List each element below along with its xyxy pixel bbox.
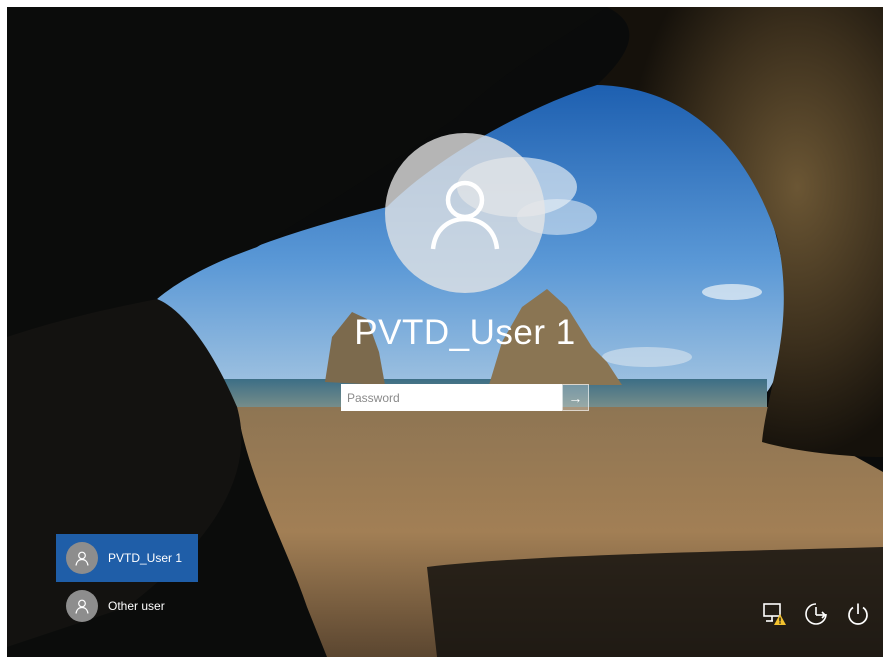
password-box: → <box>341 384 589 411</box>
network-status-button[interactable] <box>757 599 791 629</box>
user-name-title: PVTD_User 1 <box>354 313 576 352</box>
user-list-item-label: Other user <box>108 599 165 613</box>
power-icon <box>848 603 868 625</box>
user-list-item-current[interactable]: PVTD_User 1 <box>56 534 198 582</box>
user-avatar-small <box>66 590 98 622</box>
person-icon <box>430 180 500 250</box>
user-list-item-other[interactable]: Other user <box>56 582 198 630</box>
submit-arrow-button[interactable]: → <box>561 384 589 411</box>
password-input[interactable] <box>341 384 562 411</box>
power-button[interactable] <box>841 599 875 629</box>
person-icon <box>75 551 89 566</box>
user-switcher-list: PVTD_User 1 Other user <box>56 534 198 630</box>
arrow-right-icon: → <box>568 389 583 406</box>
person-icon <box>75 599 89 614</box>
lock-screen: PVTD_User 1 → PVTD_User 1 Other user <box>7 7 883 657</box>
user-avatar-large <box>385 133 545 293</box>
user-avatar-small <box>66 542 98 574</box>
ease-of-access-button[interactable] <box>799 599 833 629</box>
ease-of-access-icon <box>805 603 827 625</box>
user-list-item-label: PVTD_User 1 <box>108 551 183 565</box>
network-warning-icon <box>763 603 786 625</box>
